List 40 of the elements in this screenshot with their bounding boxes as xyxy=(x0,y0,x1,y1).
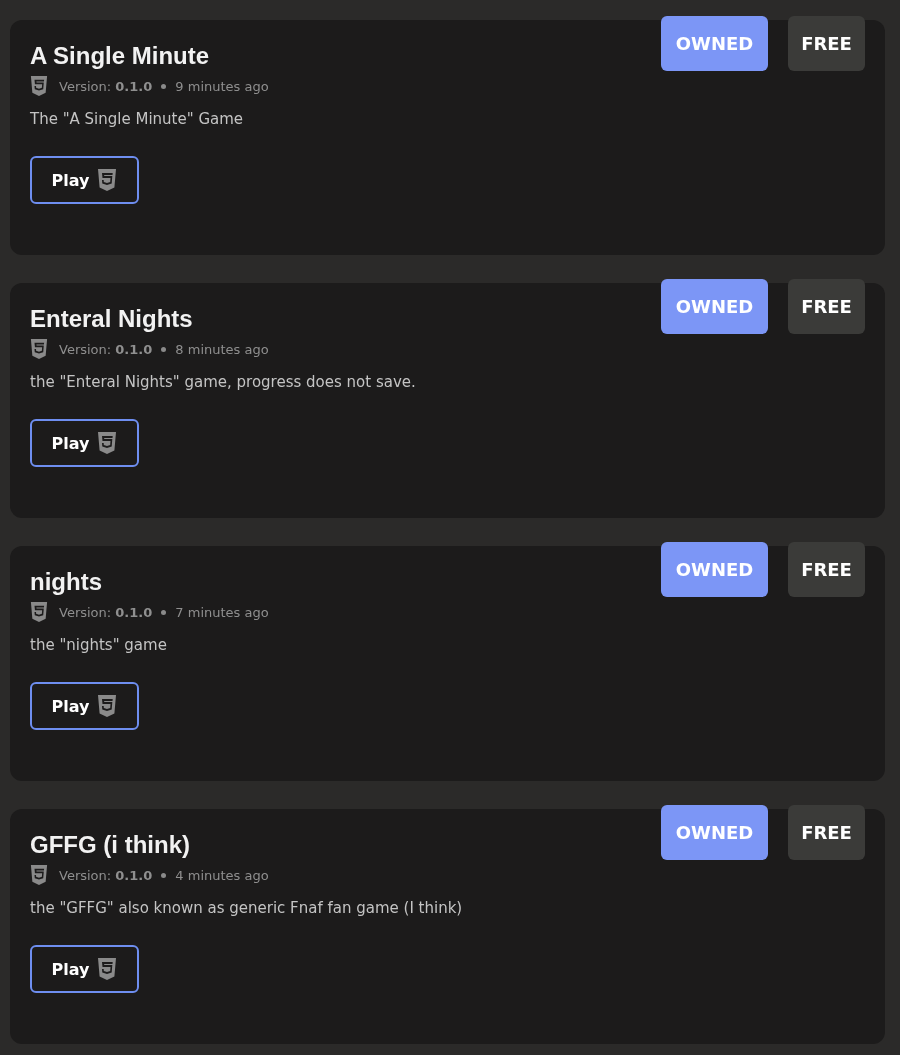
game-title: Enteral Nights xyxy=(30,305,193,333)
html5-icon xyxy=(97,958,118,980)
status-badge: OWNED xyxy=(661,279,768,334)
version-text: Version: 0.1.0 xyxy=(59,604,153,620)
status-badge: FREE xyxy=(788,279,865,334)
status-badge: OWNED xyxy=(661,805,768,860)
html5-icon xyxy=(97,695,118,717)
game-title: A Single Minute xyxy=(30,42,210,70)
separator-dot xyxy=(161,609,167,615)
html5-icon xyxy=(97,169,118,191)
play-button[interactable]: Play xyxy=(30,682,139,730)
play-button[interactable]: Play xyxy=(30,419,139,467)
separator-dot xyxy=(161,872,167,878)
game-description: the "nights" game xyxy=(30,636,168,654)
html5-icon xyxy=(97,432,118,454)
game-description: the "Enteral Nights" game, progress does not save. xyxy=(30,373,417,391)
status-badge: FREE xyxy=(788,805,865,860)
status-badge: OWNED xyxy=(661,542,768,597)
version-text: Version: 0.1.0 xyxy=(59,867,153,883)
game-description: The "A Single Minute" Game xyxy=(30,110,245,128)
game-title: nights xyxy=(30,568,102,596)
html5-icon xyxy=(30,76,48,96)
play-button[interactable]: Play xyxy=(30,945,139,993)
status-badge: OWNED xyxy=(661,16,768,71)
updated-time: 7 minutes ago xyxy=(175,604,269,620)
game-title: GFFG (i think) xyxy=(30,831,190,859)
version-text: Version: 0.1.0 xyxy=(59,78,153,94)
separator-dot xyxy=(161,346,167,352)
updated-time: 9 minutes ago xyxy=(175,78,269,94)
updated-time: 8 minutes ago xyxy=(175,341,269,357)
version-text: Version: 0.1.0 xyxy=(59,341,153,357)
updated-time: 4 minutes ago xyxy=(175,867,269,883)
html5-icon xyxy=(30,339,48,359)
html5-icon xyxy=(30,865,48,885)
status-badge: FREE xyxy=(788,16,865,71)
game-description: the "GFFG" also known as generic Fnaf fan game (I think) xyxy=(30,899,464,917)
html5-icon xyxy=(30,602,48,622)
status-badge: FREE xyxy=(788,542,865,597)
play-button[interactable]: Play xyxy=(30,156,139,204)
separator-dot xyxy=(161,83,167,89)
